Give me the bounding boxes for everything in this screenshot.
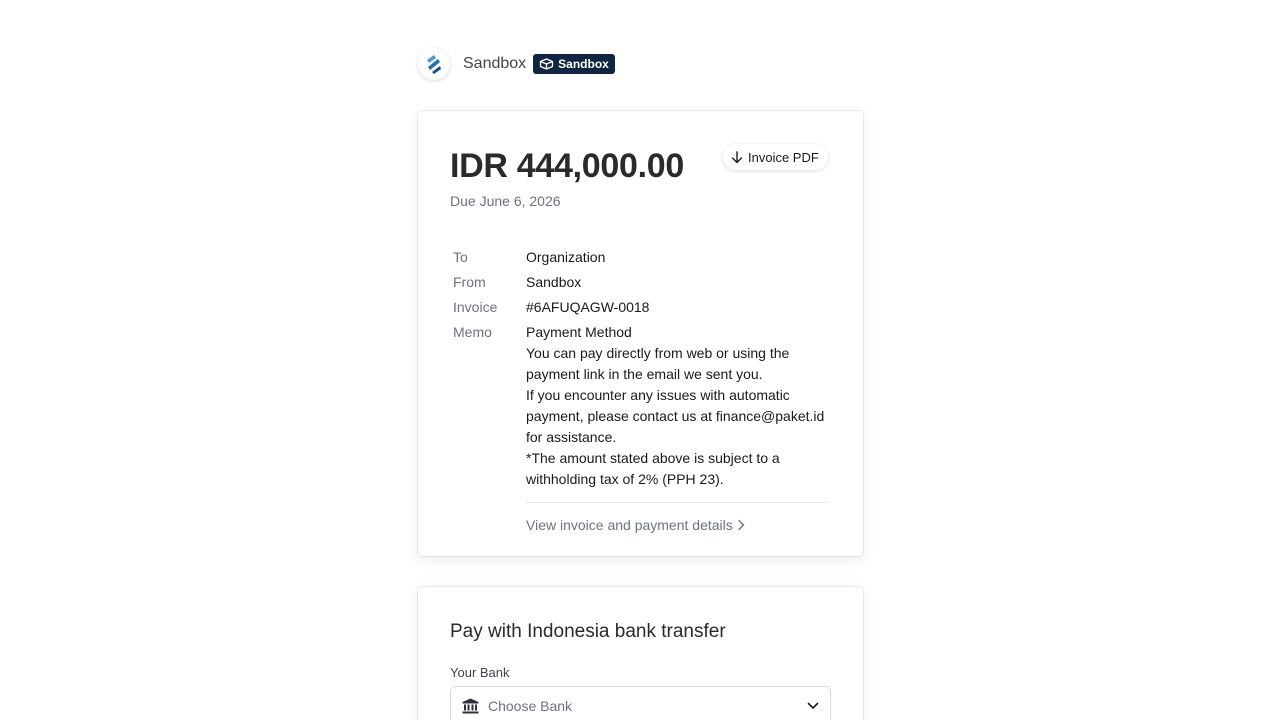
- invoice-pdf-label: Invoice PDF: [748, 149, 819, 165]
- detail-row-to: To Organization: [453, 247, 828, 268]
- memo-line: Payment Method: [526, 324, 632, 340]
- bank-label: Your Bank: [450, 665, 510, 680]
- detail-row-memo: Memo Payment Method You can pay directly…: [453, 322, 828, 490]
- memo-line: *The amount stated above is subject to a…: [526, 450, 780, 487]
- from-label: From: [453, 274, 486, 290]
- invoice-pdf-button[interactable]: Invoice PDF: [723, 144, 828, 170]
- memo-line: If you encounter any issues with automat…: [526, 387, 825, 445]
- stripes-logo-icon: [427, 55, 441, 74]
- merchant-name: Sandbox: [463, 55, 527, 72]
- merchant-logo: [418, 48, 450, 80]
- bank-placeholder: Choose Bank: [488, 698, 573, 714]
- invoice-details: To Organization From Sandbox Invoice #6A…: [453, 247, 828, 494]
- invoice-amount: IDR 444,000.00: [450, 147, 684, 185]
- invoice-label: Invoice: [453, 299, 498, 315]
- invoice-number: #6AFUQAGW-0018: [526, 299, 650, 315]
- sandbox-badge-label: Sandbox: [558, 57, 609, 71]
- chevron-down-icon: [807, 702, 819, 709]
- invoice-summary-card: IDR 444,000.00 Invoice PDF Due June 6, 2…: [418, 111, 863, 556]
- to-value: Organization: [526, 249, 606, 265]
- header: Sandbox Sandbox: [418, 48, 615, 80]
- detail-row-invoice: Invoice #6AFUQAGW-0018: [453, 297, 828, 318]
- sandbox-badge: Sandbox: [533, 54, 615, 74]
- divider: [526, 502, 827, 503]
- memo-line: You can pay directly from web or using t…: [526, 345, 790, 382]
- bank-select[interactable]: Choose Bank: [450, 686, 831, 720]
- chevron-right-icon: [738, 519, 744, 531]
- payment-title: Pay with Indonesia bank transfer: [450, 621, 726, 642]
- memo-label: Memo: [453, 324, 492, 340]
- due-date: Due June 6, 2026: [450, 193, 561, 209]
- to-label: To: [453, 249, 468, 265]
- from-value: Sandbox: [526, 274, 582, 290]
- payment-card: Pay with Indonesia bank transfer Your Ba…: [418, 587, 863, 720]
- view-invoice-details-link[interactable]: View invoice and payment details: [526, 517, 745, 533]
- download-arrow-icon: [731, 150, 743, 163]
- memo-text: Payment Method You can pay directly from…: [526, 322, 828, 490]
- detail-row-from: From Sandbox: [453, 272, 828, 293]
- sandbox-cube-icon: [540, 58, 554, 70]
- bank-icon: [462, 698, 479, 714]
- view-details-label: View invoice and payment details: [526, 517, 733, 533]
